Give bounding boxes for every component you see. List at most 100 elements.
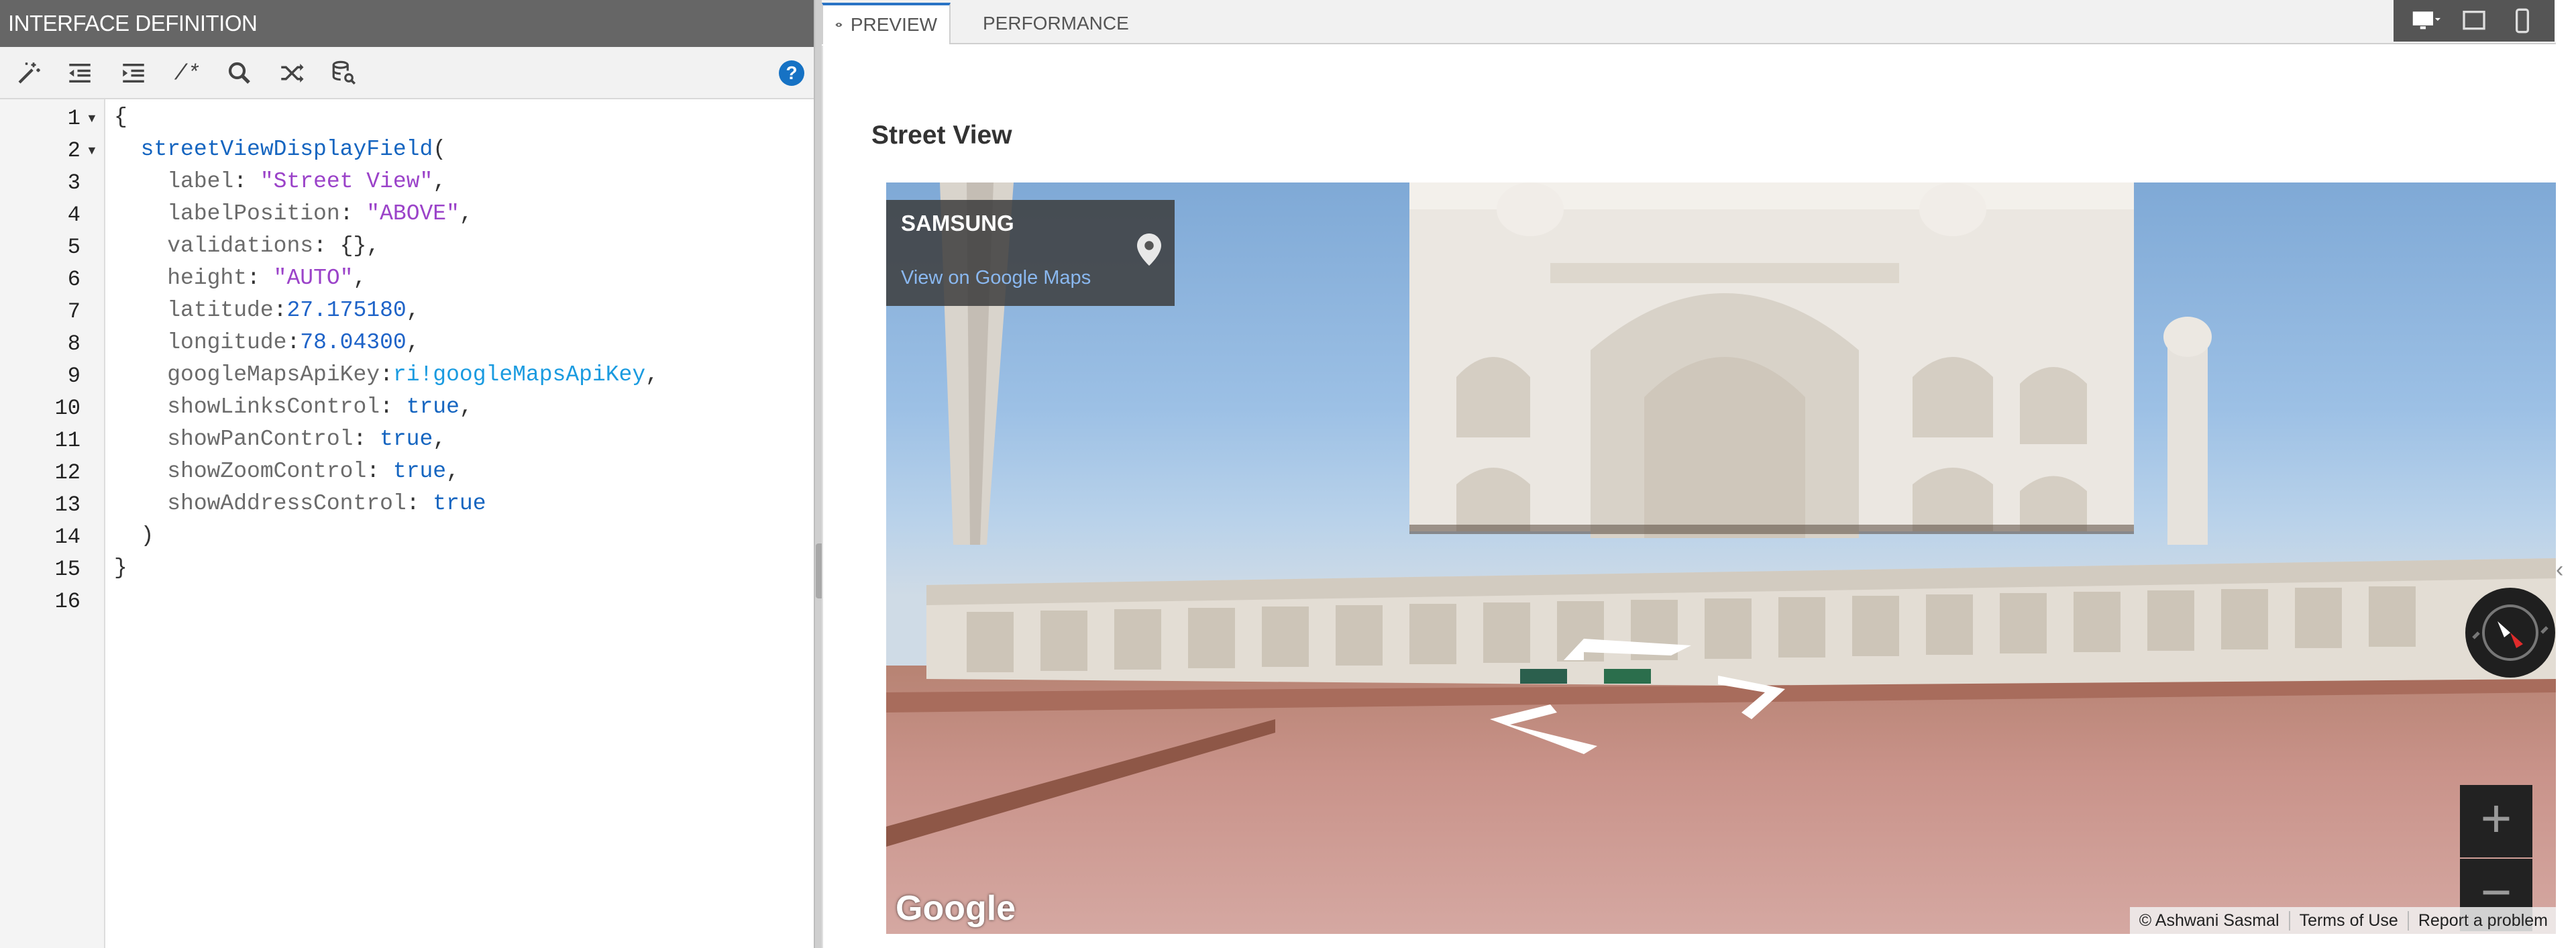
code-line: validations: {}, xyxy=(167,233,380,258)
attribution-text: © Ashwani Sasmal xyxy=(2130,910,2290,931)
desktop-icon[interactable] xyxy=(2411,7,2440,34)
code-token: true xyxy=(392,459,447,484)
line-number: 12 xyxy=(54,460,80,485)
code-token: googleMapsApiKey xyxy=(167,362,380,387)
line-number: 1 xyxy=(67,106,80,131)
search-icon[interactable] xyxy=(224,58,255,89)
code-token: showZoomControl xyxy=(167,459,367,484)
side-arch xyxy=(1456,357,1530,437)
code-token: true xyxy=(380,427,433,452)
preview-panel: PREVIEW PERFORMANCE Street View SAMSUNG … xyxy=(822,0,2576,948)
indent-icon[interactable] xyxy=(118,58,149,89)
phone-icon[interactable] xyxy=(2508,7,2537,34)
fold-toggle-icon[interactable]: ▼ xyxy=(86,111,99,125)
code-line: streetViewDisplayField( xyxy=(114,137,446,162)
code-token: true xyxy=(406,394,460,419)
tab-label: PREVIEW xyxy=(850,14,937,35)
code-token: true xyxy=(433,491,486,516)
view-on-google-maps-link[interactable]: View on Google Maps xyxy=(901,267,1091,289)
line-number: 9 xyxy=(67,364,80,388)
code-token: showAddressControl xyxy=(167,491,407,516)
code-line: height: "AUTO", xyxy=(167,266,367,291)
eye-icon xyxy=(835,22,843,28)
minaret-dome xyxy=(2163,317,2212,357)
terms-of-use-link[interactable]: Terms of Use xyxy=(2290,910,2409,931)
code-line: label: "Street View", xyxy=(167,169,447,194)
tab-performance[interactable]: PERFORMANCE xyxy=(963,3,1137,44)
magic-wand-icon[interactable] xyxy=(13,58,44,89)
line-number: 14 xyxy=(54,525,80,549)
field-label: Street View xyxy=(871,121,1012,150)
code-token: height xyxy=(167,266,248,291)
code-token: 78.04300 xyxy=(300,330,407,355)
pane-splitter[interactable] xyxy=(814,0,822,948)
zoom-in-button[interactable]: + xyxy=(2460,785,2532,857)
editor-toolbar: /* ? xyxy=(0,47,814,99)
device-selector xyxy=(2394,0,2555,42)
line-number: 4 xyxy=(67,203,80,227)
location-title: SAMSUNG xyxy=(901,211,1014,235)
code-line: showZoomControl: true, xyxy=(167,459,460,484)
code-token: labelPosition xyxy=(167,201,340,226)
right-edge-bar xyxy=(2556,0,2576,948)
panel-title: INTERFACE DEFINITION xyxy=(0,0,814,47)
code-token: { xyxy=(114,105,127,129)
collapse-right-pane-icon[interactable]: ‹ xyxy=(2556,557,2576,590)
line-number: 11 xyxy=(54,428,80,453)
preview-tabs-bar: PREVIEW PERFORMANCE xyxy=(822,0,2576,44)
database-search-icon[interactable] xyxy=(329,58,360,89)
compass-icon[interactable] xyxy=(2465,588,2555,678)
report-problem-link[interactable]: Report a problem xyxy=(2409,911,2557,931)
map-pin-icon[interactable] xyxy=(1137,233,1161,266)
line-number: 5 xyxy=(67,235,80,260)
code-token: streetViewDisplayField xyxy=(140,137,433,162)
panorama-footer: © Ashwani Sasmal Terms of Use Report a p… xyxy=(2129,907,2557,934)
fold-toggle-icon[interactable]: ▼ xyxy=(86,144,99,158)
code-line: latitude:27.175180, xyxy=(167,298,420,323)
code-token: "ABOVE" xyxy=(366,201,460,226)
interface-definition-panel: INTERFACE DEFINITION /* ? 1 ▼ 2 ▼ 3 4 5 … xyxy=(0,0,814,948)
line-number: 6 xyxy=(67,267,80,292)
code-token: showLinksControl xyxy=(167,394,380,419)
code-token: "AUTO" xyxy=(273,266,354,291)
code-token: {} xyxy=(339,233,367,258)
code-token: validations xyxy=(167,233,314,258)
code-line: googleMapsApiKey:ri!googleMapsApiKey, xyxy=(167,362,659,387)
code-line: } xyxy=(114,556,127,580)
code-token: showPanControl xyxy=(167,427,354,452)
outdent-icon[interactable] xyxy=(64,58,95,89)
preview-canvas: Street View SAMSUNG View on Google Maps … xyxy=(822,46,2557,948)
line-number: 3 xyxy=(67,170,80,195)
code-token: latitude xyxy=(167,298,274,323)
help-icon[interactable]: ? xyxy=(779,60,804,86)
line-number-gutter: 1 ▼ 2 ▼ 3 4 5 6 7 8 9 10 11 12 13 14 15 … xyxy=(0,99,105,948)
code-editor[interactable]: 1 ▼ 2 ▼ 3 4 5 6 7 8 9 10 11 12 13 14 15 … xyxy=(0,99,814,948)
line-number: 8 xyxy=(67,331,80,356)
minaret-right xyxy=(2167,344,2208,545)
code-line: longitude:78.04300, xyxy=(167,330,420,355)
code-token: ( xyxy=(433,137,447,162)
line-number: 16 xyxy=(54,589,80,614)
line-number: 13 xyxy=(54,492,80,517)
code-token: "Street View" xyxy=(260,169,433,194)
location-info-card: SAMSUNG View on Google Maps xyxy=(886,200,1175,306)
code-token: longitude xyxy=(167,330,287,355)
tablet-icon[interactable] xyxy=(2459,7,2489,34)
shuffle-icon[interactable] xyxy=(276,58,307,89)
code-token: } xyxy=(114,556,127,580)
code-line: { xyxy=(114,105,127,129)
code-line: showAddressControl: true xyxy=(167,491,486,516)
code-token: ri!googleMapsApiKey xyxy=(392,362,646,387)
code-token: label xyxy=(167,169,234,194)
tab-preview[interactable]: PREVIEW xyxy=(822,3,951,44)
line-number: 2 xyxy=(67,138,80,163)
code-line: ) xyxy=(114,523,154,548)
tab-label: PERFORMANCE xyxy=(983,13,1129,34)
code-line: showLinksControl: true, xyxy=(167,394,473,419)
street-view-panorama[interactable]: SAMSUNG View on Google Maps + − Google ©… xyxy=(886,182,2557,934)
walkway-edge xyxy=(886,719,1275,847)
google-logo: Google xyxy=(896,889,1016,928)
code-token: ) xyxy=(140,523,154,548)
line-number: 10 xyxy=(54,396,80,421)
comment-icon[interactable]: /* xyxy=(172,58,203,89)
